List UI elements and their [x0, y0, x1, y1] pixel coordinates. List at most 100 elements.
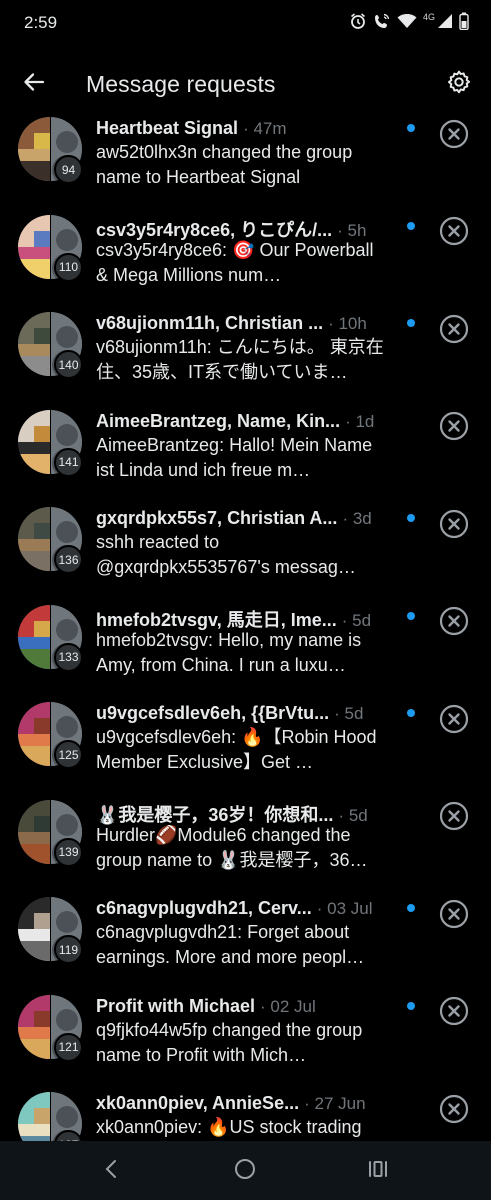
message-request-row[interactable]: 119 c6nagvplugvdh21, Cerv... · 03 Jul c6…	[0, 896, 491, 994]
default-avatar-icon	[56, 131, 78, 153]
message-request-row[interactable]: 94 Heartbeat Signal · 47m aw52t0lhx3n ch…	[0, 116, 491, 214]
conversation-title: Profit with Michael	[96, 995, 256, 1016]
group-avatar: 133	[18, 604, 83, 672]
member-count-badge: 141	[54, 447, 83, 477]
dismiss-request-button[interactable]	[438, 1094, 470, 1129]
message-request-row[interactable]: 133 hmefob2tvsgv, 馬走日, Ime... · 5d hmefo…	[0, 604, 491, 702]
member-count-badge: 121	[54, 1032, 83, 1062]
dismiss-request-button[interactable]	[438, 996, 470, 1030]
conversation-time: · 10h	[328, 314, 367, 333]
message-preview: csv3y5r4ry8ce6: 🎯 Our Powerball & Mega M…	[96, 239, 374, 285]
message-request-row[interactable]: 127 xk0ann0piev, AnnieSe... · 27 Jun xk0…	[0, 1091, 491, 1141]
unread-indicator	[407, 904, 415, 912]
default-avatar-icon	[56, 1008, 78, 1031]
close-circle-icon	[439, 216, 469, 251]
message-request-row[interactable]: 141 AimeeBrantzeg, Name, Kin... · 1d Aim…	[0, 409, 491, 507]
conversation-name: Heartbeat Signal · 47m	[96, 118, 396, 139]
member-count-badge: 110	[54, 252, 83, 282]
unread-indicator	[407, 709, 415, 717]
group-avatar: 140	[18, 312, 83, 379]
battery-icon	[459, 12, 469, 30]
default-avatar-icon	[56, 228, 78, 251]
network-label: 4G	[422, 12, 435, 22]
close-circle-icon	[439, 606, 469, 641]
group-avatar: 136	[18, 507, 83, 574]
wifi-calling-icon	[373, 12, 391, 30]
status-bar: 2:59 4G	[0, 0, 491, 52]
nav-recents-icon	[367, 1158, 389, 1185]
group-avatar: 139	[18, 799, 83, 867]
unread-indicator	[407, 319, 415, 327]
signal-icon	[437, 13, 453, 29]
dismiss-request-button[interactable]	[438, 216, 470, 251]
message-request-row[interactable]: 125 u9vgcefsdlev6eh, {{BrVtu... · 5d u9v…	[0, 701, 491, 799]
message-request-row[interactable]: 136 gxqrdpkx55s7, Christian A... · 3d ss…	[0, 506, 491, 604]
message-request-list: 94 Heartbeat Signal · 47m aw52t0lhx3n ch…	[0, 116, 491, 1141]
group-avatar: 110	[18, 214, 83, 282]
nav-back-icon	[102, 1158, 122, 1185]
group-avatar: 94	[18, 117, 83, 184]
default-avatar-icon	[56, 423, 78, 446]
conversation-name: AimeeBrantzeg, Name, Kin... · 1d	[96, 411, 396, 432]
nav-home-icon	[234, 1158, 256, 1185]
system-navigation-bar	[0, 1141, 491, 1200]
conversation-title: hmefob2tvsgv, 馬走日, Ime...	[96, 609, 337, 630]
default-avatar-icon	[56, 1106, 78, 1128]
nav-home-button[interactable]	[229, 1155, 261, 1187]
message-preview: c6nagvplugvdh21: Forget about earnings. …	[96, 922, 365, 967]
settings-button[interactable]	[439, 64, 479, 104]
dismiss-request-button[interactable]	[438, 314, 470, 349]
message-preview: u9vgcefsdlev6eh: 🔥【Robin Hood Member Exc…	[96, 727, 377, 772]
conversation-title: v68ujionm11h, Christian ...	[96, 313, 324, 333]
message-request-row[interactable]: 139 🐰我是樱子，36岁！你想和... · 5d Hurdler🏈Module…	[0, 799, 491, 897]
dismiss-request-button[interactable]	[438, 899, 470, 932]
nav-recents-button[interactable]	[362, 1155, 394, 1187]
conversation-name: xk0ann0piev, AnnieSe... · 27 Jun	[96, 1093, 396, 1114]
default-avatar-icon	[56, 326, 78, 348]
conversation-title: c6nagvplugvdh21, Cerv...	[96, 898, 312, 918]
member-count-badge: 136	[54, 545, 83, 574]
close-circle-icon	[439, 704, 469, 739]
message-preview: aw52t0lhx3n changed the group name to He…	[96, 142, 353, 187]
alarm-icon	[349, 12, 367, 30]
dismiss-request-button[interactable]	[438, 801, 470, 835]
conversation-time: · 47m	[243, 119, 287, 138]
dismiss-request-button[interactable]	[438, 119, 470, 152]
message-preview: v68ujionm11h: こんにちは。 東京在住、35歳、IT系で働いていま…	[96, 337, 384, 382]
conversation-title: u9vgcefsdlev6eh, {{BrVtu...	[96, 703, 330, 723]
status-icons: 4G	[349, 12, 469, 30]
default-avatar-icon	[56, 911, 78, 933]
page-title: Message requests	[86, 71, 276, 97]
unread-indicator	[407, 514, 415, 522]
member-count-badge: 139	[54, 837, 83, 867]
group-avatar: 121	[18, 994, 83, 1062]
dismiss-request-button[interactable]	[438, 704, 470, 739]
member-count-badge: 133	[54, 642, 83, 672]
message-preview: AimeeBrantzeg: Hallo! Mein Name ist Lind…	[96, 434, 373, 480]
conversation-title: Heartbeat Signal	[96, 118, 239, 138]
nav-back-button[interactable]	[96, 1155, 128, 1187]
group-avatar: 127	[18, 1092, 83, 1141]
conversation-name: u9vgcefsdlev6eh, {{BrVtu... · 5d	[96, 703, 396, 724]
message-request-row[interactable]: 121 Profit with Michael · 02 Jul q9fjkfo…	[0, 994, 491, 1092]
conversation-name: v68ujionm11h, Christian ... · 10h	[96, 313, 396, 334]
close-circle-icon	[439, 314, 469, 349]
message-preview: sshh reacted to @gxqrdpkx5535767's messa…	[96, 532, 356, 577]
back-button[interactable]	[14, 64, 54, 104]
message-preview: Hurdler🏈Module6 changed the group name t…	[96, 824, 368, 870]
dismiss-request-button[interactable]	[438, 606, 470, 641]
message-request-row[interactable]: 110 csv3y5r4ry8ce6, りこぴん/... · 5h csv3y5…	[0, 214, 491, 312]
conversation-time: · 03 Jul	[316, 899, 373, 918]
unread-indicator	[407, 1001, 415, 1010]
message-preview: q9fjkfo44w5fp changed the group name to …	[96, 1019, 363, 1065]
close-circle-icon	[439, 1094, 469, 1129]
dismiss-request-button[interactable]	[438, 509, 470, 542]
dismiss-request-button[interactable]	[438, 411, 470, 445]
default-avatar-icon	[56, 813, 78, 836]
conversation-title: csv3y5r4ry8ce6, りこぴん/...	[96, 219, 333, 240]
message-request-row[interactable]: 140 v68ujionm11h, Christian ... · 10h v6…	[0, 311, 491, 409]
message-preview: hmefob2tvsgv: Hello, my name is Amy, fro…	[96, 629, 362, 675]
group-avatar: 141	[18, 409, 83, 477]
default-avatar-icon	[56, 618, 78, 641]
top-app-bar: Message requests	[0, 52, 491, 116]
